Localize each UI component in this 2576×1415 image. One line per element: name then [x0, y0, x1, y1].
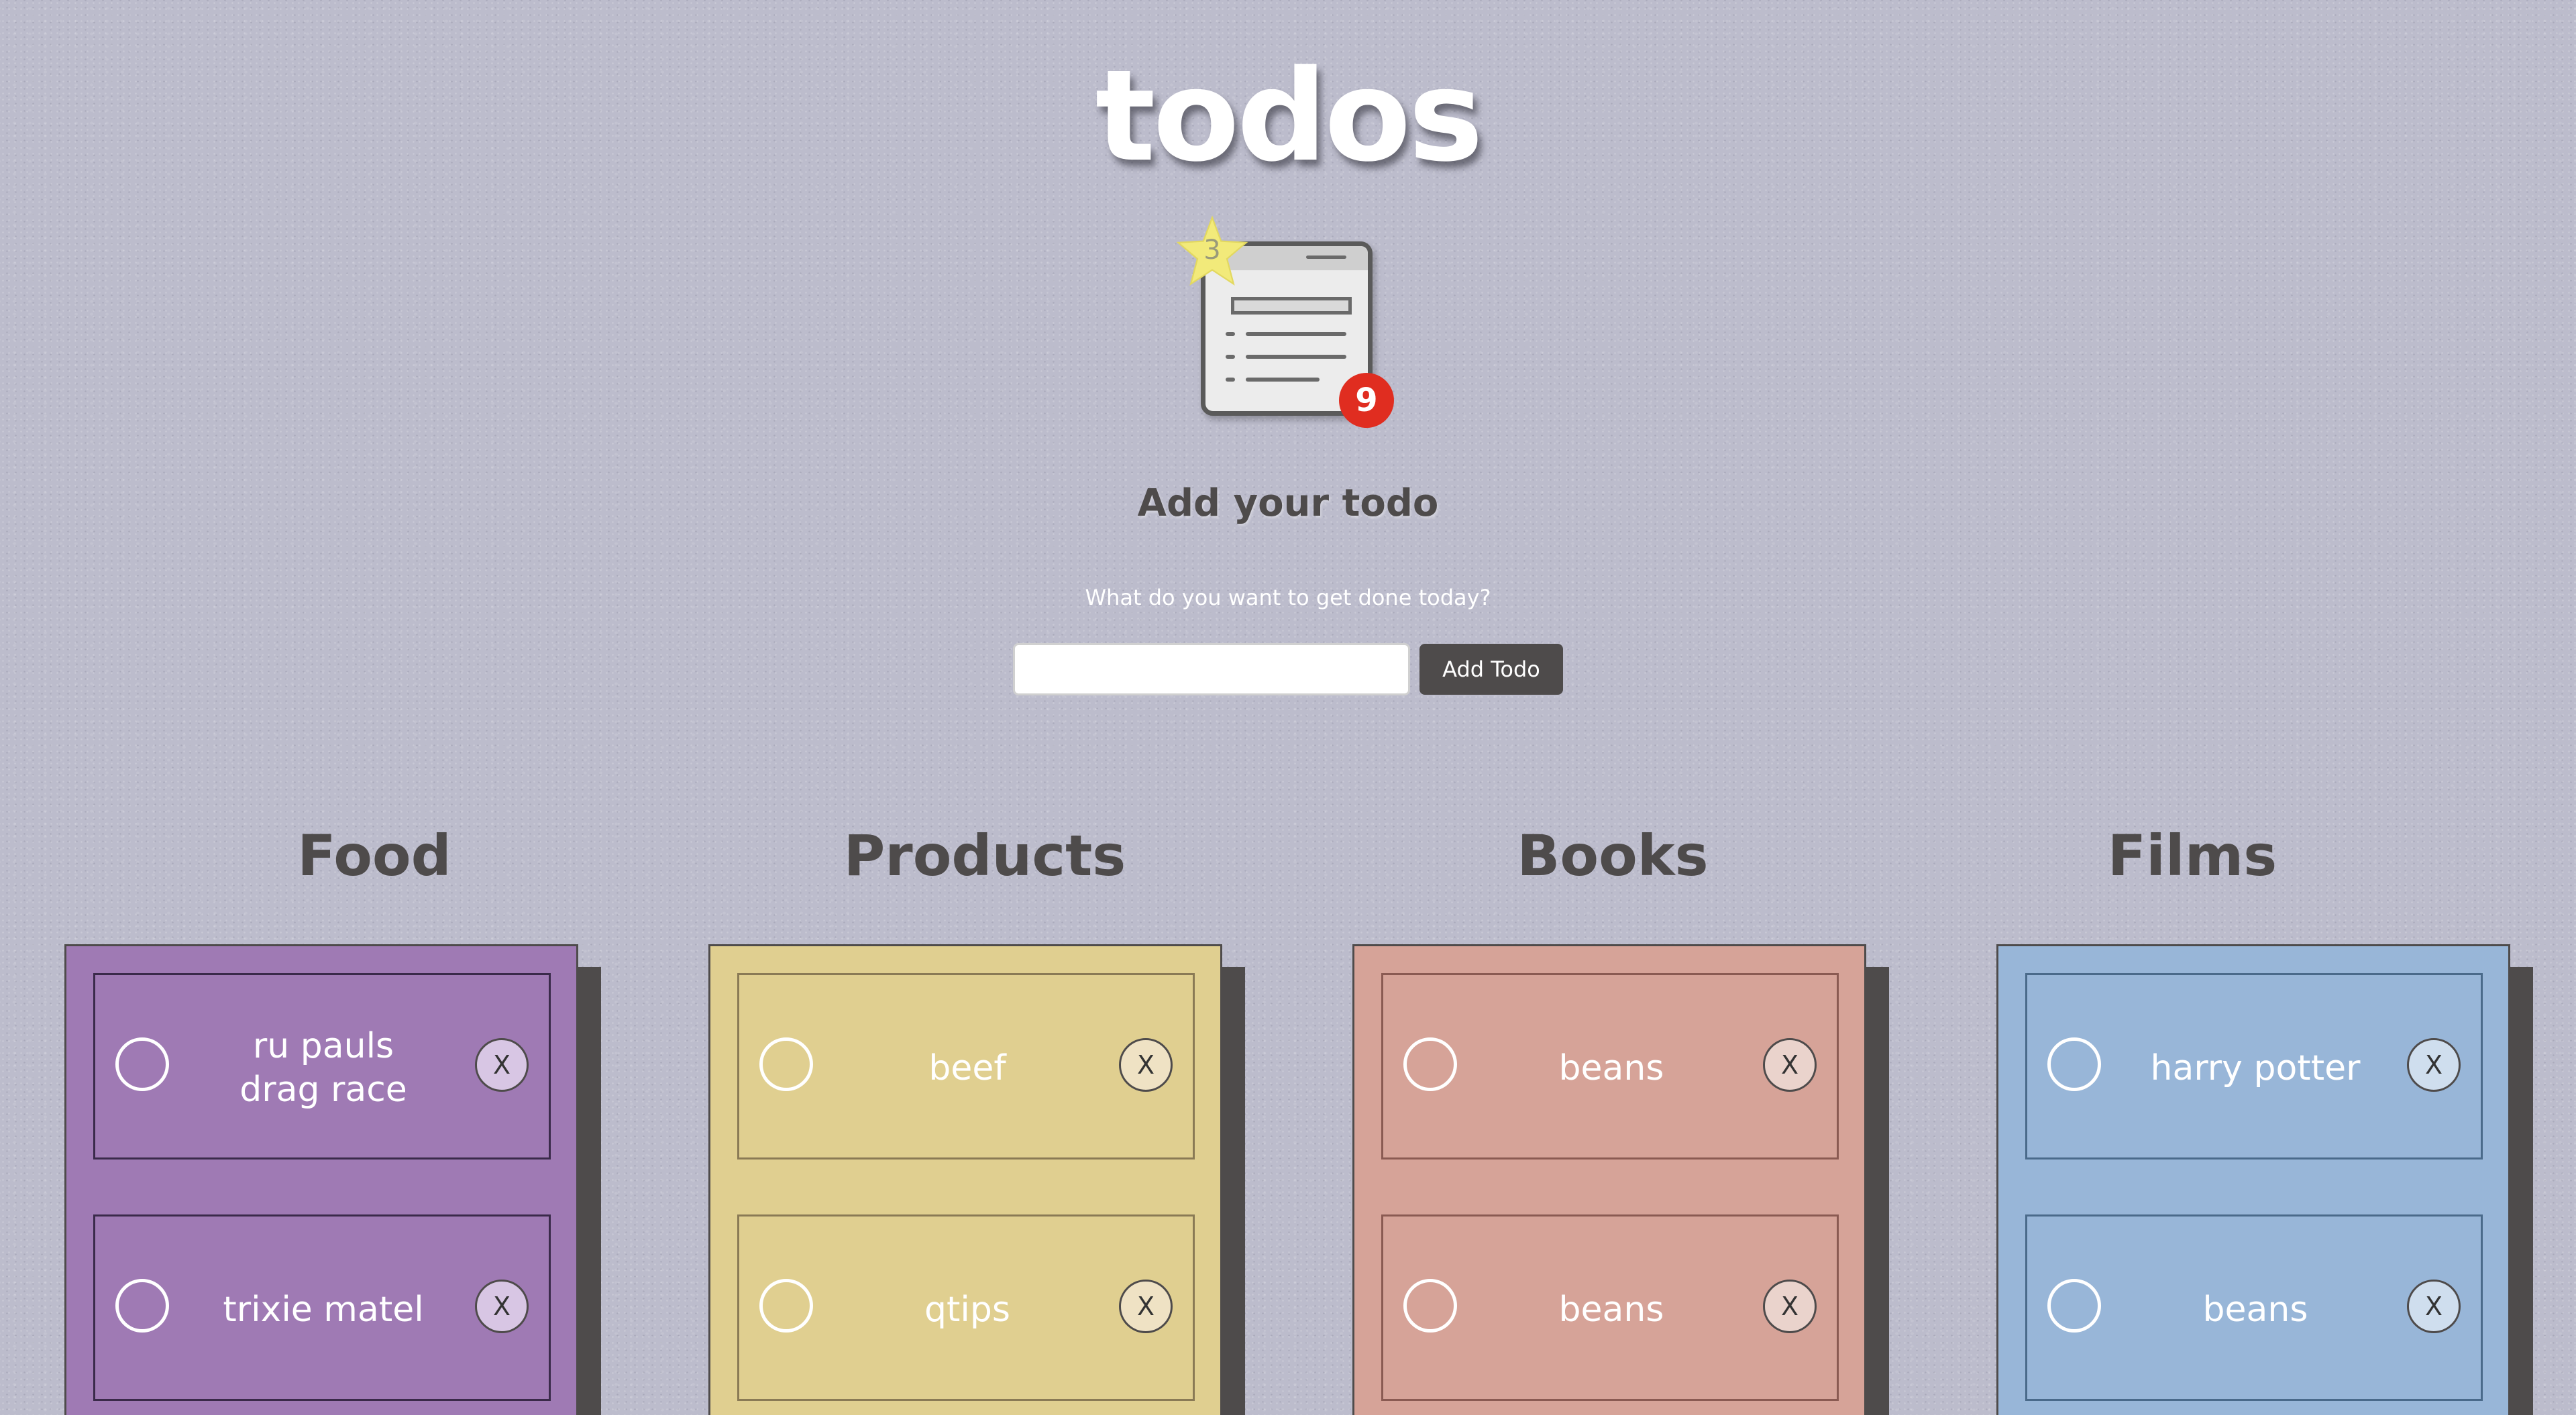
delete-button[interactable]: X: [2407, 1038, 2461, 1092]
todo-card: beef X: [737, 973, 1195, 1159]
todo-text: beef: [928, 1048, 1006, 1088]
todo-card: ru pauls drag race X: [93, 973, 551, 1159]
todo-count-badge: 9: [1339, 373, 1394, 428]
todo-text: trixie matel: [223, 1289, 424, 1330]
complete-toggle[interactable]: [115, 1279, 169, 1333]
todo-text: beans: [2202, 1289, 2308, 1330]
notepad-bullet: [1226, 378, 1235, 382]
category-title-food: Food: [297, 823, 451, 889]
notepad-bullet: [1226, 332, 1235, 336]
notepad-line: [1246, 332, 1346, 336]
todo-card: beans X: [1381, 973, 1839, 1159]
todo-text: beans: [1558, 1289, 1664, 1330]
column-books: beans X beans X: [1352, 944, 1866, 1415]
delete-button[interactable]: X: [475, 1038, 529, 1092]
complete-toggle[interactable]: [115, 1037, 169, 1091]
app-title: todos: [1095, 43, 1484, 190]
add-todo-heading: Add your todo: [1137, 482, 1439, 525]
category-title-films: Films: [2107, 823, 2277, 889]
delete-button[interactable]: X: [1763, 1280, 1817, 1333]
todo-input[interactable]: [1013, 643, 1410, 695]
todo-text: beans: [1558, 1048, 1664, 1088]
todo-card: beans X: [2025, 1214, 2483, 1401]
delete-button[interactable]: X: [1119, 1280, 1173, 1333]
todo-card: harry potter X: [2025, 973, 2483, 1159]
todo-text: harry potter: [2150, 1048, 2361, 1088]
todo-card: beans X: [1381, 1214, 1839, 1401]
delete-button[interactable]: X: [475, 1280, 529, 1333]
column-food: ru pauls drag race X trixie matel X: [64, 944, 578, 1415]
star-count: 3: [1203, 235, 1221, 266]
todo-text: ru pauls drag race: [239, 1026, 407, 1110]
complete-toggle[interactable]: [1403, 1037, 1457, 1091]
complete-toggle[interactable]: [2047, 1037, 2101, 1091]
notepad-dash: [1306, 256, 1346, 259]
todo-text: qtips: [924, 1289, 1010, 1330]
column-films: harry potter X beans X: [1996, 944, 2510, 1415]
category-title-books: Books: [1517, 823, 1709, 889]
notepad-line: [1246, 378, 1320, 382]
todo-card: trixie matel X: [93, 1214, 551, 1401]
column-products: beef X qtips X: [708, 944, 1222, 1415]
complete-toggle[interactable]: [759, 1279, 813, 1333]
notepad-bullet: [1226, 355, 1235, 359]
add-todo-button[interactable]: Add Todo: [1419, 644, 1563, 695]
star-badge: 3: [1175, 215, 1249, 288]
delete-button[interactable]: X: [1763, 1038, 1817, 1092]
complete-toggle[interactable]: [1403, 1279, 1457, 1333]
complete-toggle[interactable]: [2047, 1279, 2101, 1333]
add-todo-prompt: What do you want to get done today?: [1085, 585, 1491, 610]
delete-button[interactable]: X: [1119, 1038, 1173, 1092]
complete-toggle[interactable]: [759, 1037, 813, 1091]
delete-button[interactable]: X: [2407, 1280, 2461, 1333]
category-title-products: Products: [843, 823, 1126, 889]
notepad-title-box: [1231, 297, 1352, 315]
todo-card: qtips X: [737, 1214, 1195, 1401]
notepad-line: [1246, 355, 1346, 359]
